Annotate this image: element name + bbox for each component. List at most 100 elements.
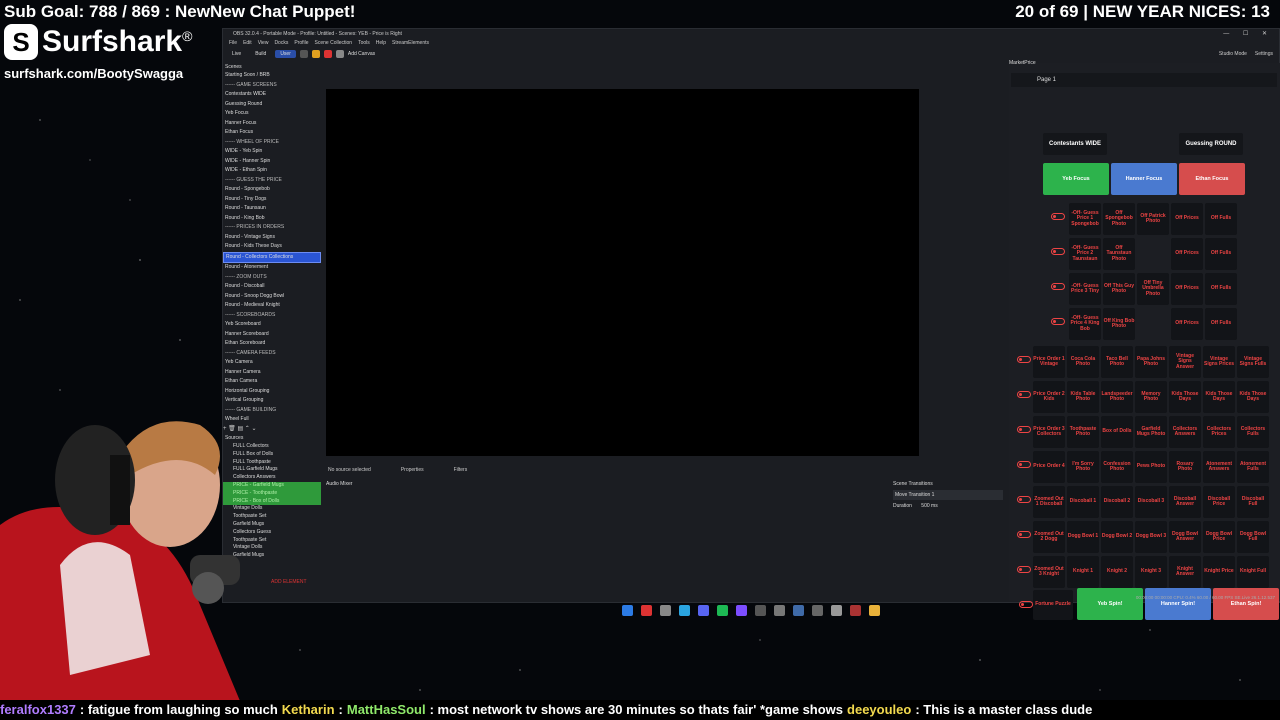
order-button[interactable]: Rosary Photo <box>1169 451 1201 483</box>
guess-button[interactable]: Off Tiny Umbrella Photo <box>1137 273 1169 305</box>
app-icon-6[interactable] <box>774 605 785 616</box>
toggle-switch-icon[interactable] <box>1017 356 1031 363</box>
zoom-button[interactable]: Zoomed Out 3 Knight <box>1033 556 1065 588</box>
spin-button[interactable]: Yeb Spin! <box>1077 588 1143 620</box>
scene-item[interactable]: Round - Medieval Knight <box>223 301 321 311</box>
scene-item[interactable]: Round - Kids These Days <box>223 242 321 252</box>
scene-separator[interactable]: ------ WHEEL OF PRICE <box>223 138 321 148</box>
scene-item[interactable]: WIDE - Hanner Spin <box>223 157 321 167</box>
stream-icon[interactable] <box>323 50 332 58</box>
order-button[interactable]: Collectors Prices <box>1203 416 1235 448</box>
zoom-button[interactable]: Dogg Bowl 2 <box>1101 521 1133 553</box>
zoom-button[interactable]: Zoomed Out 1 Discoball <box>1033 486 1065 518</box>
guess-button[interactable]: Off Prices <box>1171 238 1203 270</box>
focus-button[interactable]: Hanner Focus <box>1111 163 1177 195</box>
zoom-button[interactable]: Dogg Bowl Price <box>1203 521 1235 553</box>
zoom-button[interactable]: Knight Full <box>1237 556 1269 588</box>
order-button[interactable]: Kids Those Days <box>1237 381 1269 413</box>
scene-item[interactable]: Round - Spongebob <box>223 185 321 195</box>
guess-button[interactable]: Off Prices <box>1171 273 1203 305</box>
order-button[interactable]: Price Order 3 Collectors <box>1033 416 1065 448</box>
app-icon-9[interactable] <box>831 605 842 616</box>
order-button[interactable]: Vintage Signs Prices <box>1203 346 1235 378</box>
scene-separator[interactable]: ------ CAMERA FEEDS <box>223 349 321 359</box>
spotify-icon[interactable] <box>717 605 728 616</box>
order-button[interactable]: Vintage Signs Fulls <box>1237 346 1269 378</box>
focus-button[interactable]: Ethan Focus <box>1179 163 1245 195</box>
order-button[interactable]: Garfield Mugs Photo <box>1135 416 1167 448</box>
order-button[interactable]: Pews Photo <box>1135 451 1167 483</box>
order-button[interactable]: Box of Dolls <box>1101 416 1133 448</box>
app-icon-1[interactable] <box>641 605 652 616</box>
tab-live[interactable]: Live <box>227 50 246 58</box>
zoom-button[interactable]: Discoball 3 <box>1135 486 1167 518</box>
order-button[interactable]: Kids Table Photo <box>1067 381 1099 413</box>
guess-button[interactable]: -Off- Guess Price 1 Spongebob <box>1069 203 1101 235</box>
scene-item[interactable]: Round - Discoball <box>223 282 321 292</box>
scene-item[interactable]: Hanner Camera <box>223 368 321 378</box>
order-button[interactable]: Coca Cola Photo <box>1067 346 1099 378</box>
scene-item[interactable]: Round - Atonement <box>223 263 321 273</box>
zoom-button[interactable]: Zoomed Out 2 Dogg <box>1033 521 1065 553</box>
guess-button[interactable]: -Off- Guess Price 3 Tiny <box>1069 273 1101 305</box>
guess-button[interactable]: Off This Guy Photo <box>1103 273 1135 305</box>
guess-button[interactable]: Off Fulls <box>1205 273 1237 305</box>
toggle-switch-icon[interactable] <box>1017 391 1031 398</box>
scene-item[interactable]: Guessing Round <box>223 100 321 110</box>
order-button[interactable]: Collectors Answers <box>1169 416 1201 448</box>
record-icon[interactable] <box>311 50 320 58</box>
spin-button[interactable]: Hanner Spin! <box>1145 588 1211 620</box>
focus-button[interactable]: Yeb Focus <box>1043 163 1109 195</box>
app-icon-3[interactable] <box>679 605 690 616</box>
toggle-switch-icon[interactable] <box>1017 461 1031 468</box>
guess-button[interactable]: Off Fulls <box>1205 203 1237 235</box>
order-button[interactable]: Confession Photo <box>1101 451 1133 483</box>
order-button[interactable]: I'm Sorry Photo <box>1067 451 1099 483</box>
app-icon-7[interactable] <box>793 605 804 616</box>
scene-separator[interactable]: ------ SCOREBOARDS <box>223 311 321 321</box>
scene-separator[interactable]: ------ GAME SCREENS <box>223 81 321 91</box>
guess-button[interactable]: Off Prices <box>1171 203 1203 235</box>
toggle-switch-icon[interactable] <box>1051 318 1065 325</box>
guess-button[interactable]: Off Patrick Photo <box>1137 203 1169 235</box>
order-button[interactable]: Price Order 4 <box>1033 451 1065 483</box>
zoom-button[interactable]: Knight 3 <box>1135 556 1167 588</box>
window-controls[interactable]: — ☐ ✕ <box>1223 29 1273 39</box>
menu-profile[interactable]: Profile <box>294 39 308 47</box>
properties-button[interactable]: Properties <box>401 467 424 475</box>
scene-item[interactable]: Ethan Focus <box>223 128 321 138</box>
guess-button[interactable]: -Off- Guess Price 2 Taunstaun <box>1069 238 1101 270</box>
guess-button[interactable]: Off Taunstaun Photo <box>1103 238 1135 270</box>
scene-item[interactable]: WIDE - Ethan Spin <box>223 166 321 176</box>
zoom-button[interactable]: Discoball Price <box>1203 486 1235 518</box>
zoom-button[interactable]: Discoball 2 <box>1101 486 1133 518</box>
order-button[interactable]: Atonement Fulls <box>1237 451 1269 483</box>
toggle-switch-icon[interactable] <box>1019 601 1033 608</box>
duration-input[interactable]: 500 ms <box>921 503 937 509</box>
order-button[interactable]: Memory Photo <box>1135 381 1167 413</box>
order-button[interactable]: Taco Bell Photo <box>1101 346 1133 378</box>
zoom-button[interactable]: Knight 2 <box>1101 556 1133 588</box>
scene-item[interactable]: Round - Collectors Collections <box>223 251 321 263</box>
scene-item[interactable]: Round - Snoop Dogg Bowl <box>223 292 321 302</box>
zoom-button[interactable]: Dogg Bowl 3 <box>1135 521 1167 553</box>
discord-icon[interactable] <box>698 605 709 616</box>
zoom-button[interactable]: Discoball Full <box>1237 486 1269 518</box>
add-icon[interactable] <box>299 50 308 58</box>
scene-separator[interactable]: ------ ZOOM OUTS <box>223 273 321 283</box>
menu-edit[interactable]: Edit <box>243 39 252 47</box>
settings-button[interactable]: Settings <box>1255 51 1273 57</box>
order-button[interactable]: Toothpaste Photo <box>1067 416 1099 448</box>
studio-mode-button[interactable]: Studio Mode <box>1219 51 1247 57</box>
scene-item[interactable]: Ethan Scoreboard <box>223 339 321 349</box>
zoom-button[interactable]: Knight 1 <box>1067 556 1099 588</box>
app-icon-5[interactable] <box>755 605 766 616</box>
toggle-switch-icon[interactable] <box>1017 566 1031 573</box>
order-button[interactable]: Atonement Answers <box>1203 451 1235 483</box>
toggle-switch-icon[interactable] <box>1017 531 1031 538</box>
scene-item[interactable]: Yeb Camera <box>223 358 321 368</box>
filters-button[interactable]: Filters <box>454 467 468 475</box>
tab-build[interactable]: Build <box>250 50 271 58</box>
guess-button[interactable]: Off Fulls <box>1205 238 1237 270</box>
header-contestants-wide[interactable]: Contestants WIDE <box>1043 133 1107 155</box>
